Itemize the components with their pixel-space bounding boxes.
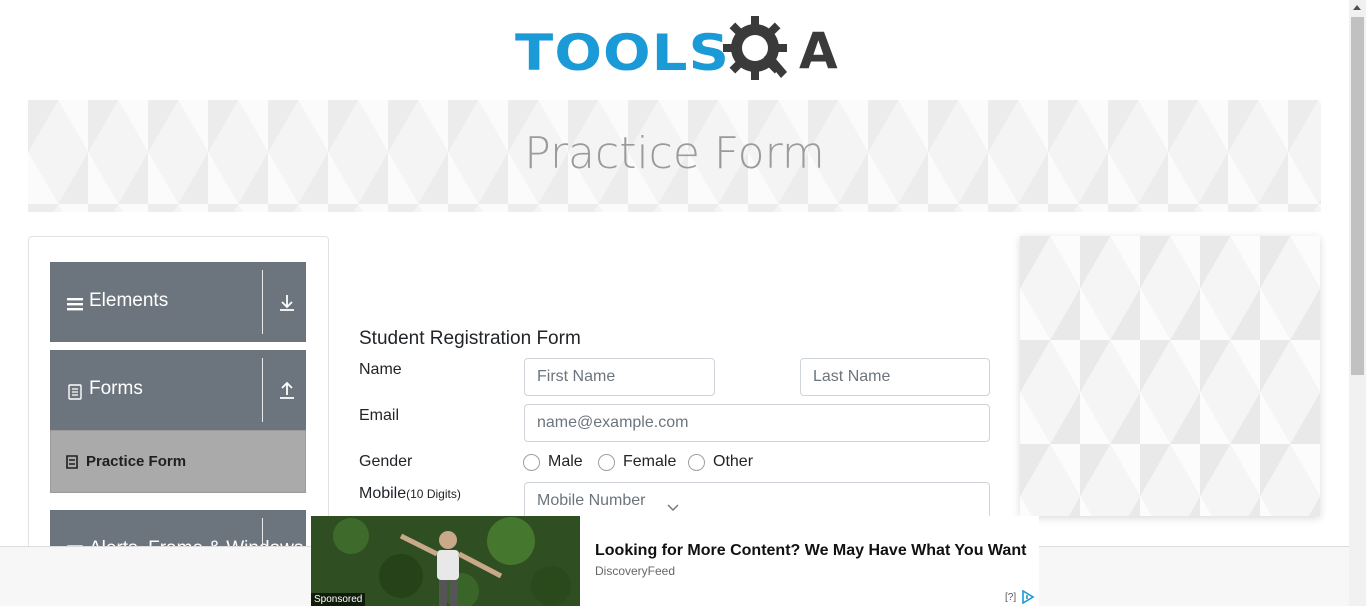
document-icon [68,384,82,400]
gear-icon [723,16,787,80]
ad-headline[interactable]: Looking for More Content? We May Have Wh… [595,542,1026,560]
chevron-down-icon [667,504,679,511]
mobile-label-text: Mobile [359,485,407,502]
scroll-thumb[interactable] [1351,17,1364,375]
gender-radio-female[interactable]: Female [598,452,676,472]
sidebar-group-label: Forms [89,378,143,399]
hamburger-icon [67,298,83,311]
form-title: Student Registration Form [359,328,581,349]
scrollbar[interactable] [1349,0,1366,606]
radio-button[interactable] [523,453,540,471]
form-icon [66,455,78,469]
sidebar-group-label: Elements [89,290,169,311]
sponsored-ad[interactable]: Sponsored Looking for More Content? We M… [311,516,1039,606]
adchoices-icon[interactable] [1021,590,1037,604]
radio-label: Male [548,453,583,470]
sidebar: Elements Forms Practice Form [28,236,329,566]
upload-arrow-icon[interactable] [278,382,296,400]
download-arrow-icon[interactable] [278,294,296,312]
radio-button[interactable] [688,453,705,471]
mobile-hint: (10 Digits) [406,487,461,501]
ad-image[interactable]: Sponsored [311,516,580,606]
mobile-label: Mobile(10 Digits) [359,485,461,503]
last-name-input[interactable] [800,358,990,396]
mobile-input[interactable] [524,482,990,520]
divider [262,270,263,334]
logo-text: TOOLS [515,24,731,82]
gender-radio-other[interactable]: Other [688,452,753,472]
name-label: Name [359,361,402,378]
scroll-up-arrow-icon[interactable] [1353,5,1361,10]
ad-placeholder[interactable] [1020,236,1320,516]
radio-button[interactable] [598,453,615,471]
gender-label: Gender [359,453,413,470]
sidebar-item-label: Practice Form [86,453,187,470]
toolsqa-logo[interactable]: TOOLS A [515,14,840,92]
email-input[interactable] [524,404,990,442]
sidebar-group-forms[interactable]: Forms [50,350,306,430]
radio-label: Female [623,453,677,470]
ad-info-link[interactable]: [?] [1005,592,1016,603]
radio-label: Other [713,453,754,470]
gender-radio-male[interactable]: Male [523,452,583,472]
sidebar-group-elements[interactable]: Elements [50,262,306,342]
sidebar-item-practice-form[interactable]: Practice Form [50,430,306,493]
divider [262,358,263,422]
page-title: Practice Form [524,128,825,179]
first-name-input[interactable] [524,358,715,396]
page: TOOLS A Practice Form Elements Forms Pra… [0,0,1366,606]
page-banner: Practice Form [28,100,1321,212]
logo-suffix: A [799,22,838,80]
sponsored-label: Sponsored [311,593,366,606]
email-label: Email [359,407,400,424]
ad-source[interactable]: DiscoveryFeed [595,564,675,578]
